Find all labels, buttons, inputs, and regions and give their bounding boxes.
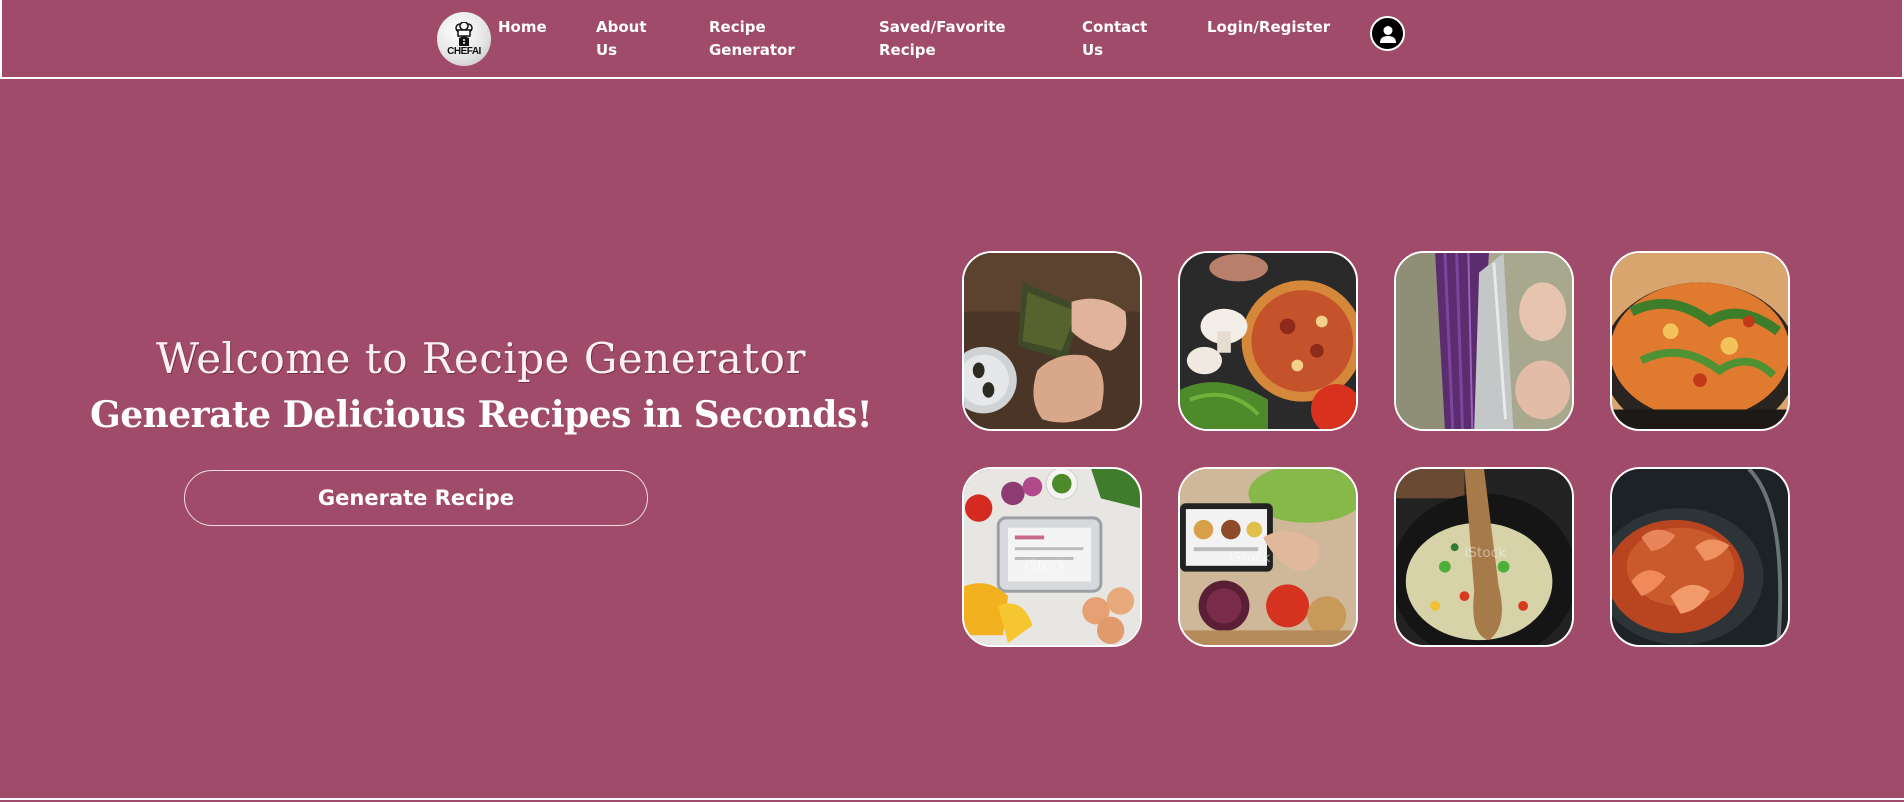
tablet-recipe-onions-photo: iStock [1178, 467, 1358, 647]
nav-link-recipe-generator-label-2: Generator [709, 41, 795, 59]
navbar: CHEFAI Home About Us Recipe Generator Sa… [0, 0, 1904, 79]
nav-link-contact-us[interactable]: Contact Us [1082, 16, 1147, 62]
hero-title: Welcome to Recipe Generator [155, 334, 807, 383]
svg-text:iStock: iStock [1025, 558, 1067, 574]
chef-hat-icon [455, 21, 473, 46]
logo-text: CHEFAI [447, 45, 481, 57]
nav-link-saved-favorite-recipe[interactable]: Saved/Favorite Recipe [879, 16, 1006, 62]
stir-fry-pan-photo [1610, 251, 1790, 431]
vegetables-tablet-photo: iStock [962, 467, 1142, 647]
nav-link-recipe-generator-label-1: Recipe [709, 18, 766, 36]
shredding-cabbage-photo [1394, 251, 1574, 431]
hero-subtitle: Generate Delicious Recipes in Seconds! [89, 394, 873, 436]
nav-link-contact-label-1: Contact [1082, 18, 1148, 36]
user-profile-button[interactable] [1370, 16, 1405, 51]
nav-link-home[interactable]: Home [498, 16, 547, 39]
pizza-mushrooms-photo [1178, 251, 1358, 431]
nav-link-saved-label-2: Recipe [879, 41, 936, 59]
nav-link-about-label-1: About [596, 18, 647, 36]
footer-divider [0, 798, 1904, 800]
svg-text:iStock: iStock [1464, 545, 1506, 561]
nav-link-login-label: Login/Register [1207, 18, 1331, 36]
nav-link-login-register[interactable]: Login/Register [1207, 16, 1330, 39]
chef-ai-logo[interactable]: CHEFAI [437, 12, 491, 66]
shrimp-curry-pan-photo [1610, 467, 1790, 647]
nav-link-home-label: Home [498, 18, 547, 36]
nav-link-contact-label-2: Us [1082, 41, 1104, 59]
nav-link-about-label-2: Us [596, 41, 618, 59]
hands-wrapping-leaves-photo [962, 251, 1142, 431]
nav-link-saved-label-1: Saved/Favorite [879, 18, 1006, 36]
wok-vegetables-spoon-photo: iStock [1394, 467, 1574, 647]
svg-text:iStock: iStock [1229, 550, 1271, 566]
nav-link-recipe-generator[interactable]: Recipe Generator [709, 16, 795, 62]
generate-recipe-button[interactable]: Generate Recipe [184, 470, 648, 526]
page: CHEFAI Home About Us Recipe Generator Sa… [0, 0, 1904, 802]
user-icon [1379, 25, 1396, 43]
nav-link-about-us[interactable]: About Us [596, 16, 647, 62]
